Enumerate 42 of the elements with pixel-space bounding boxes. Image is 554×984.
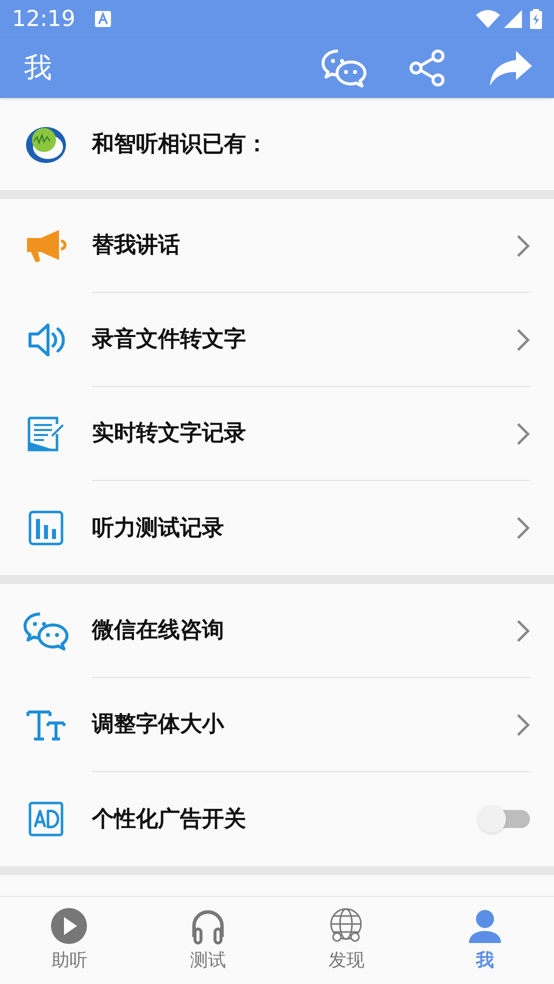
menu-item[interactable]: 微信在线咨询 bbox=[0, 584, 554, 678]
menu-label: 微信在线咨询 bbox=[92, 617, 225, 645]
notification-icon bbox=[95, 11, 112, 27]
battery-icon bbox=[530, 9, 542, 29]
chat-bubbles-icon bbox=[22, 611, 70, 651]
speaker-icon bbox=[26, 322, 66, 358]
signal-icon bbox=[504, 10, 522, 28]
menu-item[interactable]: 实时转文字记录 bbox=[0, 387, 554, 481]
menu-label: 录音文件转文字 bbox=[92, 326, 247, 354]
chevron-right-icon bbox=[516, 328, 530, 352]
nav-tab[interactable]: 助听 bbox=[0, 897, 138, 984]
menu-label: 个性化广告开关 bbox=[92, 806, 247, 834]
chevron-right-icon bbox=[516, 516, 530, 540]
wifi-icon bbox=[476, 10, 500, 28]
ad-icon bbox=[28, 801, 64, 837]
menu-label: 替我讲话 bbox=[92, 232, 181, 260]
chevron-right-icon bbox=[516, 618, 530, 642]
chevron-right-icon bbox=[516, 422, 530, 446]
menu-label: 听力测试记录 bbox=[92, 514, 225, 542]
menu-item[interactable]: 个性化广告开关 bbox=[0, 772, 554, 866]
logo-icon bbox=[24, 124, 68, 164]
menu-label: 实时转文字记录 bbox=[92, 420, 247, 448]
menu-item[interactable]: 听力测试记录 bbox=[0, 481, 554, 575]
megaphone-icon bbox=[25, 228, 67, 264]
document-icon bbox=[26, 416, 66, 452]
page-title: 我 bbox=[24, 50, 52, 86]
bar-chart-icon bbox=[28, 510, 64, 546]
toggle-switch[interactable] bbox=[478, 805, 530, 833]
menu-label: 调整字体大小 bbox=[92, 710, 226, 739]
menu-item[interactable]: 调整字体大小 bbox=[0, 678, 554, 772]
acquaintance-text: 和智听相识已有： bbox=[92, 130, 268, 158]
chevron-right-icon bbox=[516, 234, 530, 258]
status-time: 12:19 bbox=[12, 6, 76, 34]
nav-tab[interactable]: 测试 bbox=[138, 897, 277, 984]
play-icon bbox=[50, 907, 88, 945]
menu-item[interactable]: 替我讲话 bbox=[0, 199, 554, 293]
chevron-right-icon bbox=[516, 712, 530, 736]
forward-arrow-icon bbox=[488, 49, 534, 87]
nav-tab[interactable]: 发现 bbox=[277, 897, 416, 984]
font-size-icon bbox=[26, 709, 66, 741]
menu-item[interactable]: 录音文件转文字 bbox=[0, 293, 554, 387]
chat-bubbles-icon bbox=[320, 48, 368, 88]
